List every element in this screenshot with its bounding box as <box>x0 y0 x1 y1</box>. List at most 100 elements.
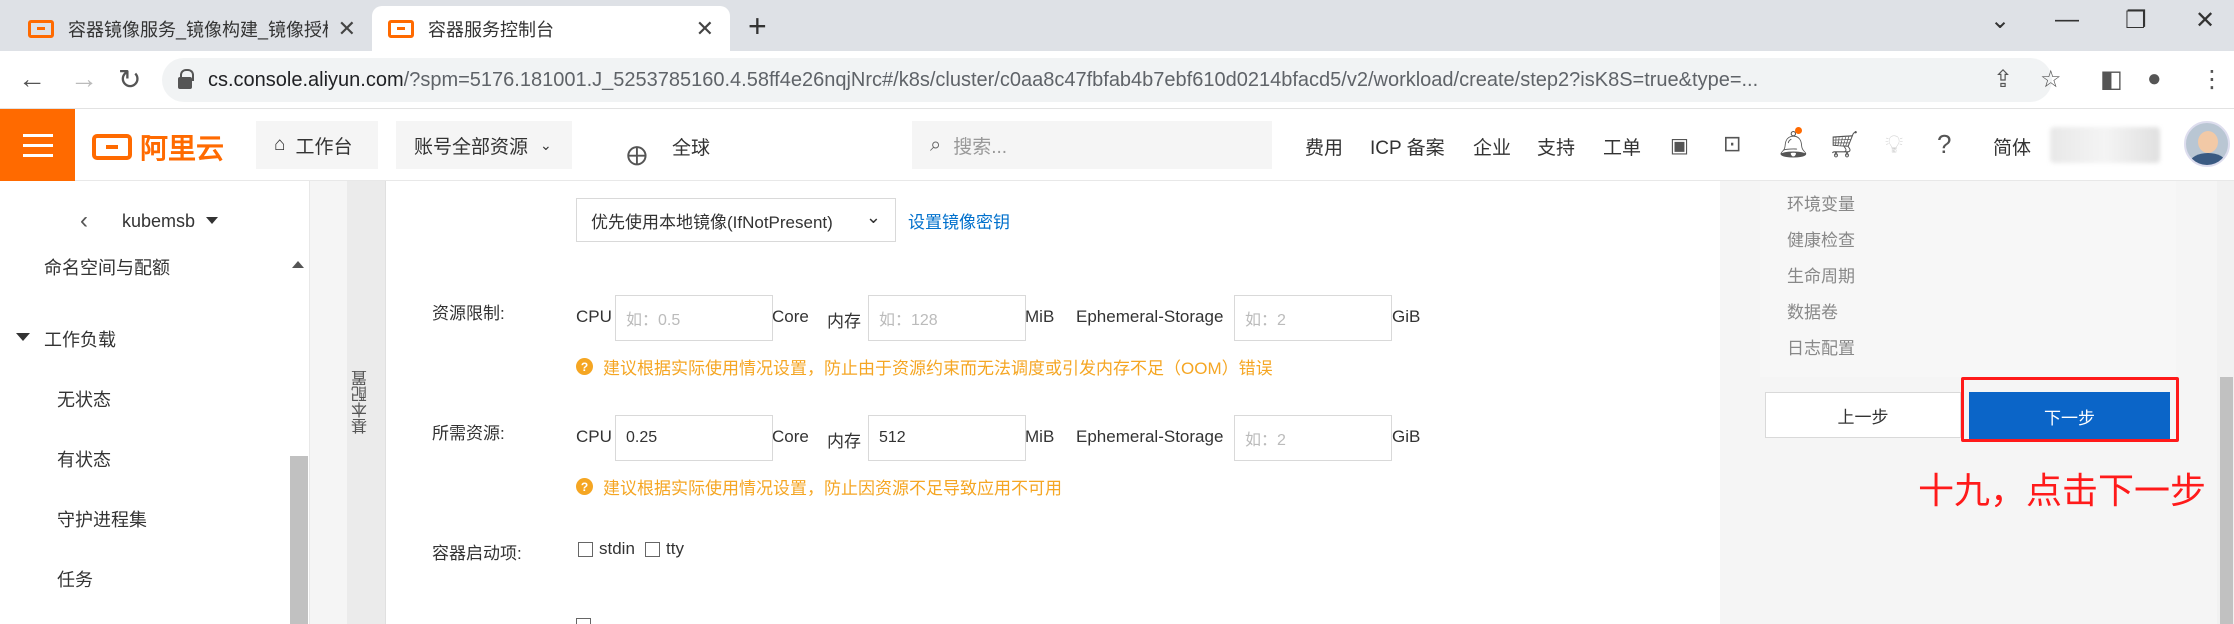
limit-memory-input[interactable]: 如：128 <box>868 295 1026 341</box>
minimize-button[interactable]: — <box>2055 6 2079 34</box>
nav-link-ticket[interactable]: 工单 <box>1603 133 1641 160</box>
console-header: 阿里云 ⌂ 工作台 账号全部资源 ⌄ 🜨 全球 ⌕ 搜索... 费用 ICP 备… <box>0 109 2234 181</box>
partial-checkbox[interactable] <box>576 618 591 624</box>
terminal-icon[interactable]: ⊡ <box>1723 131 1741 157</box>
account-name-blurred[interactable] <box>2050 127 2160 163</box>
stdin-option[interactable]: stdin <box>578 539 635 559</box>
sidebar-item-workloads[interactable]: 工作负载 <box>44 326 116 352</box>
more-menu-icon[interactable]: ⋮ <box>2200 65 2224 94</box>
region-selector[interactable]: 全球 <box>672 133 710 160</box>
caret-down-icon[interactable] <box>206 217 218 224</box>
new-tab-button[interactable]: + <box>748 8 767 45</box>
workbench-button[interactable]: ⌂ 工作台 <box>256 121 378 169</box>
limit-ephemeral-unit: GiB <box>1392 307 1421 326</box>
close-icon[interactable]: ✕ <box>338 16 356 42</box>
limit-cpu-unit: Core <box>772 307 809 326</box>
previous-step-button[interactable]: 上一步 <box>1765 392 1961 438</box>
lock-icon <box>178 69 194 89</box>
account-resources-dropdown[interactable]: 账号全部资源 ⌄ <box>396 121 572 169</box>
window-close-button[interactable]: ✕ <box>2195 6 2215 35</box>
tab-search-icon[interactable]: ⌄ <box>1990 6 2010 35</box>
stdin-checkbox[interactable] <box>578 541 593 557</box>
sidebar-item-daemonset[interactable]: 守护进程集 <box>57 506 147 532</box>
reload-icon[interactable]: ↻ <box>118 63 141 96</box>
search-input[interactable]: ⌕ 搜索... <box>912 121 1272 169</box>
account-resources-label: 账号全部资源 <box>414 136 529 158</box>
side-panel-icon[interactable]: ◧ <box>2100 65 2123 94</box>
resource-request-label: 所需资源: <box>432 424 505 443</box>
anchor-health-check[interactable]: 健康检查 <box>1787 226 1855 251</box>
page-scrollbar-thumb[interactable] <box>2220 377 2233 624</box>
request-memory-input[interactable]: 512 <box>868 415 1026 461</box>
image-pull-policy-select[interactable]: 优先使用本地镜像(IfNotPresent) ⌄ <box>576 198 896 242</box>
browser-tab-bar: 容器镜像服务_镜像构建_镜像授权 ✕ 容器服务控制台 ✕ + ⌄ — ❐ ✕ <box>0 0 2234 51</box>
request-mem-unit: MiB <box>1025 427 1055 446</box>
cart-icon[interactable]: 🛒︎ <box>1828 129 1861 160</box>
restore-button[interactable]: ❐ <box>2125 6 2147 35</box>
pull-policy-value: 优先使用本地镜像(IfNotPresent) <box>591 212 833 232</box>
globe-icon[interactable]: 🜨 <box>626 127 648 180</box>
notification-dot <box>1795 127 1802 134</box>
nav-link-support[interactable]: 支持 <box>1537 133 1575 160</box>
tty-option[interactable]: tty <box>645 539 684 559</box>
anchor-log-config[interactable]: 日志配置 <box>1787 334 1855 359</box>
back-arrow-icon[interactable]: ← <box>18 63 46 95</box>
limit-ephemeral-input[interactable]: 如：2 <box>1234 295 1392 341</box>
bookmark-star-icon[interactable]: ☆ <box>2040 65 2062 94</box>
annotation-text: 十九，点击下一步 <box>1918 470 2207 511</box>
api-icon[interactable]: ▣ <box>1670 133 1689 158</box>
aliyun-logo-icon <box>92 134 132 160</box>
set-image-secret-link[interactable]: 设置镜像密钥 <box>908 208 1010 233</box>
profile-icon[interactable]: ● <box>2147 65 2162 93</box>
help-icon[interactable]: ? <box>1937 129 1951 160</box>
avatar[interactable] <box>2184 121 2230 167</box>
sidebar-item-stateless[interactable]: 无状态 <box>57 386 111 412</box>
sidebar-item-stateful[interactable]: 有状态 <box>57 446 111 472</box>
sidebar-scrollbar-thumb[interactable] <box>290 456 308 624</box>
search-placeholder: 搜索... <box>953 136 1008 158</box>
request-ephemeral-input[interactable]: 如：2 <box>1234 415 1392 461</box>
anchor-volumes[interactable]: 数据卷 <box>1787 298 1838 323</box>
chevron-down-icon: ⌄ <box>540 136 552 153</box>
cluster-selector[interactable]: kubemsb <box>122 211 195 232</box>
limit-cpu-input[interactable]: 如：0.5 <box>615 295 773 341</box>
request-cpu-input[interactable]: 0.25 <box>615 415 773 461</box>
home-icon: ⌂ <box>274 134 286 155</box>
request-cpu-label: CPU <box>576 427 612 446</box>
lightbulb-icon[interactable]: 💡︎ <box>1885 129 1903 161</box>
browser-tab-registry[interactable]: 容器镜像服务_镜像构建_镜像授权 ✕ <box>12 6 372 51</box>
warning-icon: ? <box>576 478 593 495</box>
share-icon[interactable]: ⇪ <box>1993 65 2013 94</box>
sidebar-item-namespace[interactable]: 命名空间与配额 <box>44 254 170 280</box>
nav-link-enterprise[interactable]: 企业 <box>1473 133 1511 160</box>
resource-limit-label: 资源限制: <box>432 304 505 323</box>
request-ephemeral-label: Ephemeral-Storage <box>1076 427 1224 446</box>
caret-expanded-icon[interactable] <box>16 333 30 341</box>
chevron-down-icon: ⌄ <box>865 207 881 227</box>
search-icon: ⌕ <box>930 133 942 156</box>
language-selector[interactable]: 简体 <box>1993 133 2031 160</box>
tty-checkbox[interactable] <box>645 541 660 557</box>
nav-link-billing[interactable]: 费用 <box>1305 133 1343 160</box>
chevron-left-icon[interactable]: ‹ <box>80 207 88 235</box>
aliyun-logo[interactable]: 阿里云 <box>92 127 224 167</box>
bell-icon[interactable]: 🔔︎ <box>1777 129 1810 160</box>
hamburger-menu-icon[interactable] <box>0 109 75 181</box>
scroll-up-arrow-icon[interactable] <box>292 261 304 268</box>
browser-tab-console[interactable]: 容器服务控制台 ✕ <box>372 6 730 51</box>
limit-warning-text: 建议根据实际使用情况设置，防止由于资源约束而无法调度或引发内存不足（OOM）错误 <box>603 359 1273 378</box>
anchor-lifecycle[interactable]: 生命周期 <box>1787 262 1855 287</box>
forward-arrow-icon[interactable]: → <box>70 63 98 95</box>
tab-title: 容器服务控制台 <box>428 19 554 40</box>
request-warning-text: 建议根据实际使用情况设置，防止因资源不足导致应用不可用 <box>603 479 1062 498</box>
url-path: /?spm=5176.181001.J_5253785160.4.58ff4e2… <box>403 68 1759 91</box>
address-bar-row: ← → ↻ cs.console.aliyun.com /?spm=5176.1… <box>0 51 2234 109</box>
nav-link-icp[interactable]: ICP 备案 <box>1370 133 1445 160</box>
limit-ephemeral-label: Ephemeral-Storage <box>1076 307 1224 326</box>
url-bar[interactable]: cs.console.aliyun.com /?spm=5176.181001.… <box>162 58 2052 102</box>
sidebar-item-job[interactable]: 任务 <box>57 566 93 592</box>
close-icon[interactable]: ✕ <box>696 16 714 42</box>
tab-title: 容器镜像服务_镜像构建_镜像授权 <box>68 19 328 40</box>
limit-cpu-label: CPU <box>576 307 612 326</box>
anchor-env-vars[interactable]: 环境变量 <box>1787 190 1855 215</box>
